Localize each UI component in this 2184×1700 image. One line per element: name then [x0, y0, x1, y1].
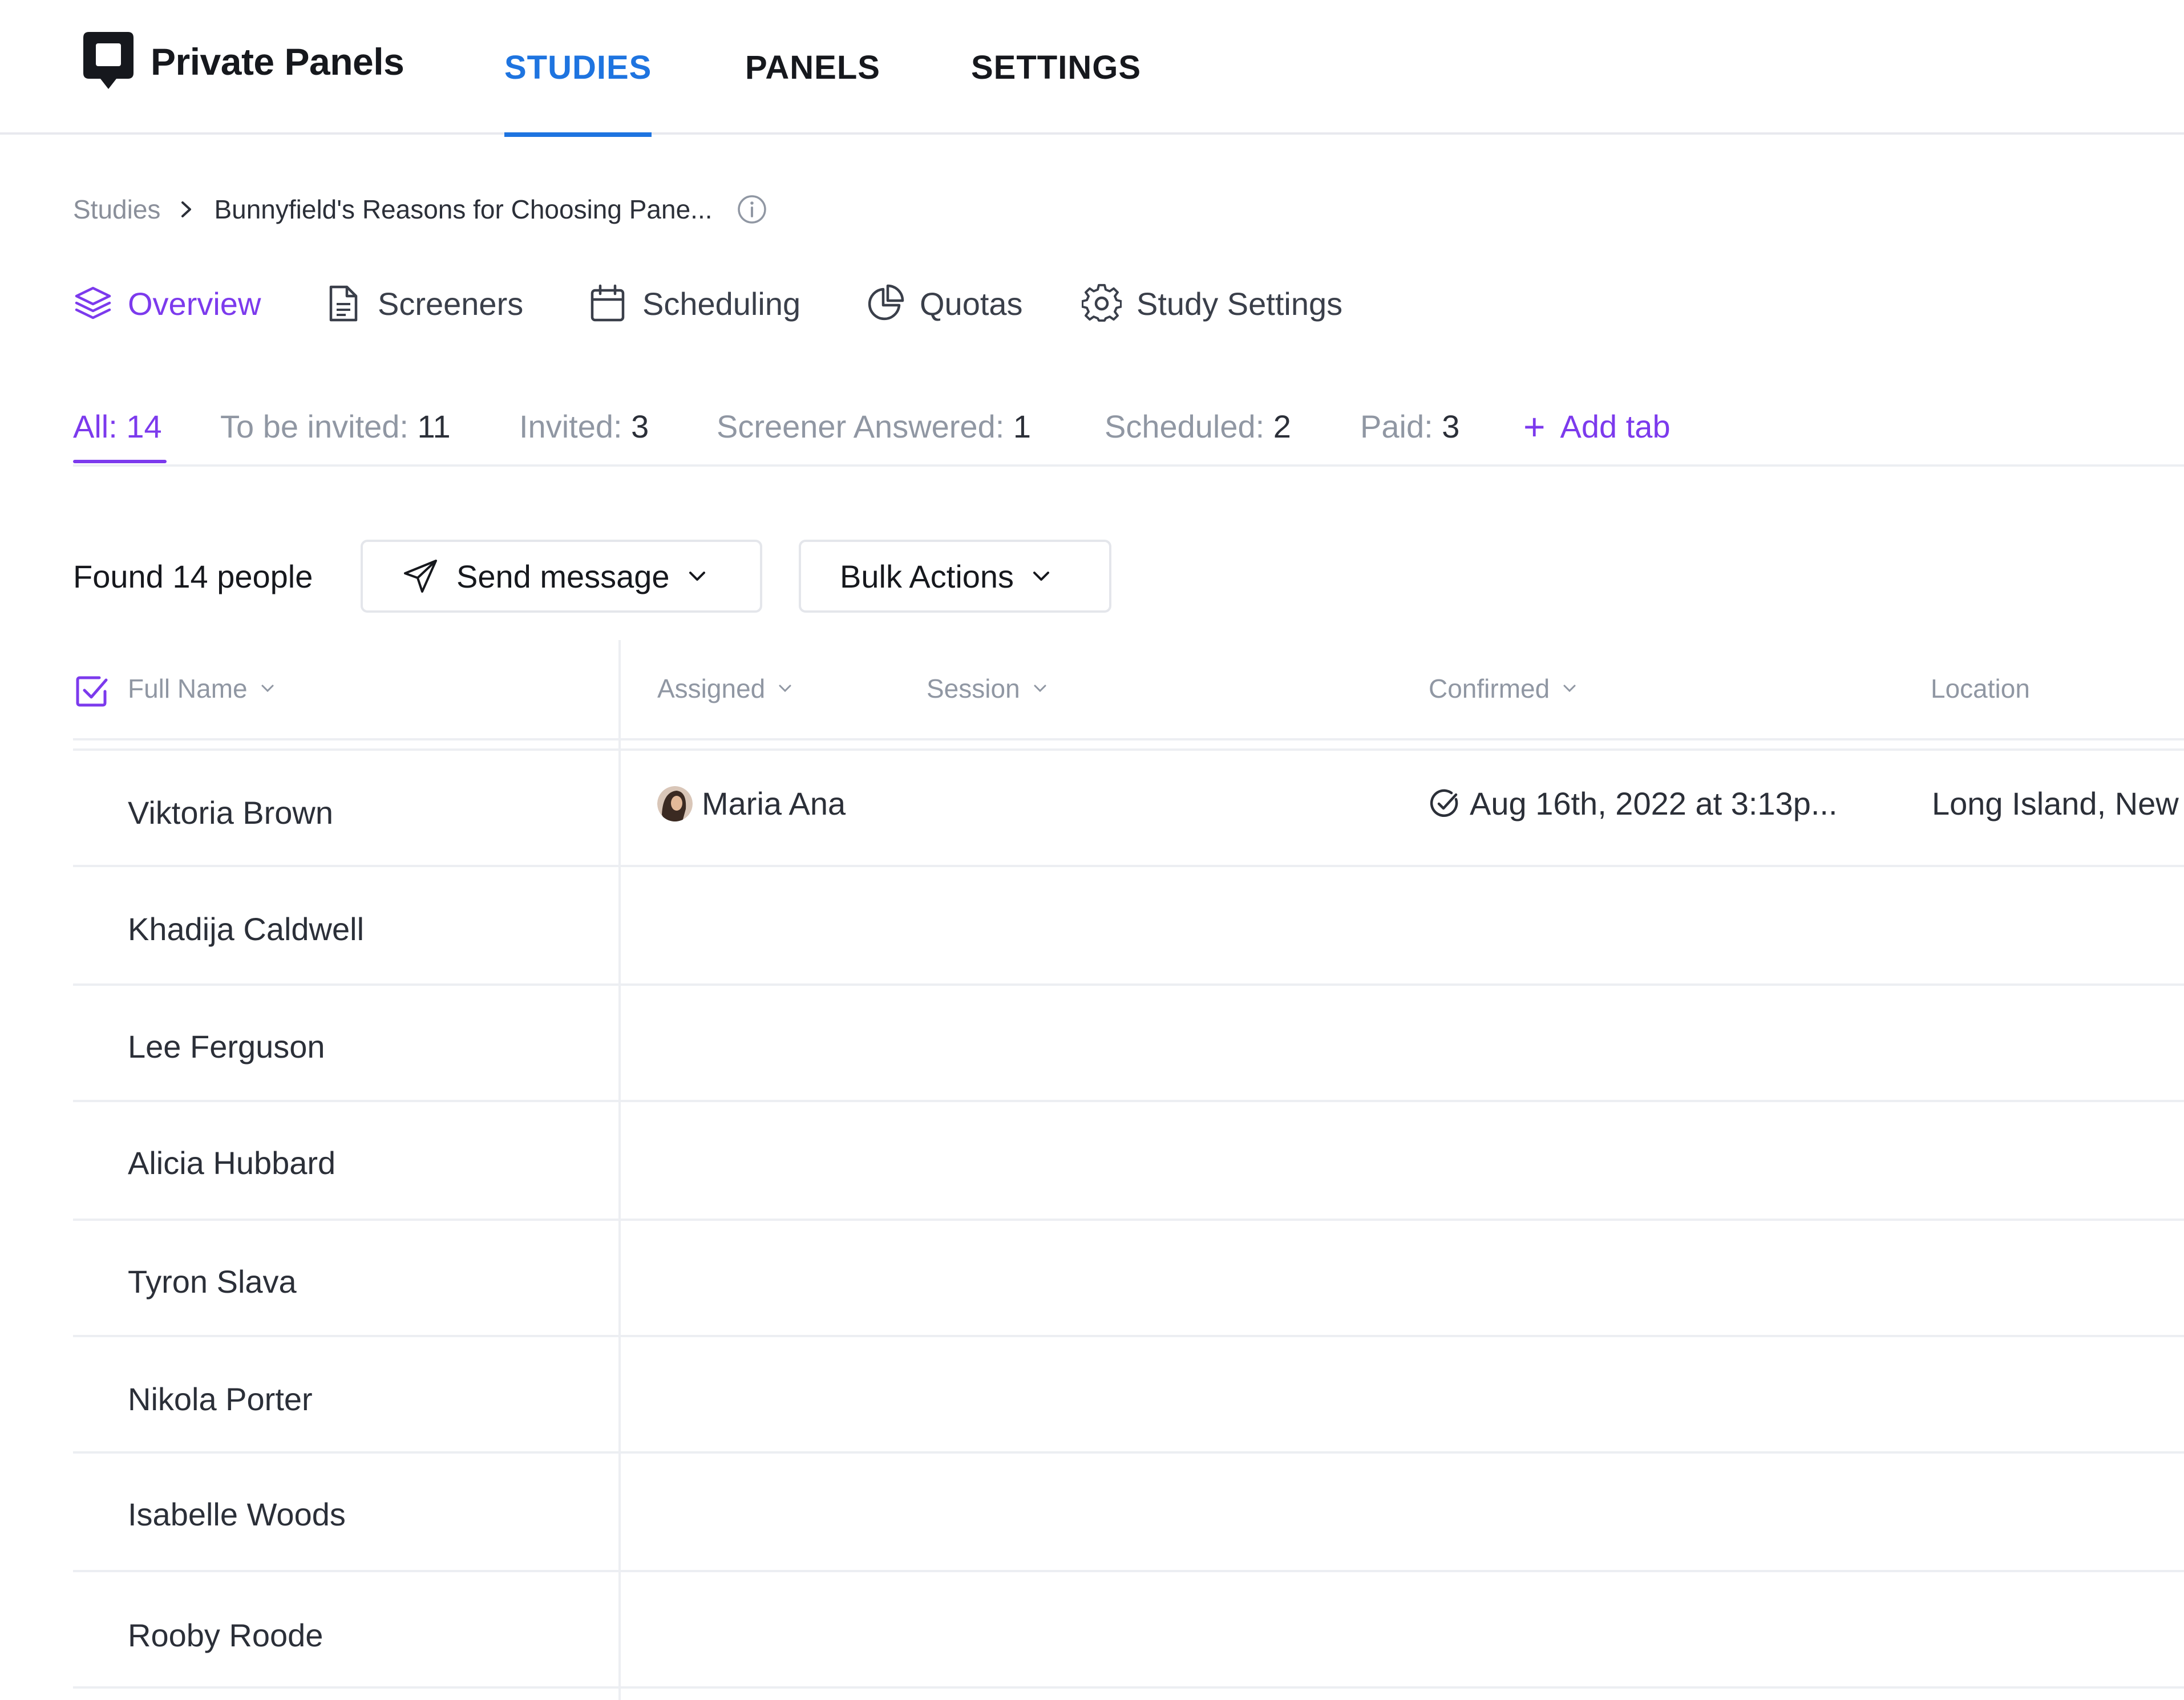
filter-label: Screener Answered: — [717, 408, 1005, 444]
column-header-confirmed[interactable]: Confirmed — [1429, 673, 1578, 704]
filter-tab-to-be-invited[interactable]: To be invited: 11 — [220, 408, 451, 445]
table-row[interactable]: Lee Ferguson — [73, 986, 2184, 1102]
filter-divider — [73, 464, 2184, 467]
filter-count: 11 — [417, 408, 451, 444]
person-name[interactable]: Isabelle Woods — [128, 1496, 346, 1533]
active-filter-indicator — [73, 460, 167, 463]
filter-tab-scheduled[interactable]: Scheduled: 2 — [1105, 408, 1291, 445]
person-name[interactable]: Viktoria Brown — [128, 794, 333, 831]
calendar-icon — [591, 284, 625, 322]
add-tab-button[interactable]: + Add tab — [1523, 405, 1671, 448]
tab-study-settings-label: Study Settings — [1137, 285, 1343, 322]
person-name[interactable]: Khadija Caldwell — [128, 910, 364, 948]
layers-icon — [75, 286, 111, 319]
tab-quotas-label: Quotas — [920, 285, 1023, 322]
table-header-divider — [73, 738, 2184, 740]
filter-count: 3 — [1442, 408, 1460, 444]
avatar — [657, 786, 693, 821]
chevron-down-icon — [779, 685, 791, 693]
chevron-down-icon — [1034, 685, 1046, 693]
tab-scheduling-label: Scheduling — [642, 285, 801, 322]
chevron-down-icon — [1033, 572, 1050, 581]
breadcrumb-studies-link[interactable]: Studies — [73, 194, 160, 225]
logo-chat-icon — [83, 32, 134, 89]
person-name[interactable]: Alicia Hubbard — [128, 1144, 335, 1181]
tab-screeners[interactable]: Screeners — [323, 280, 523, 327]
send-icon — [404, 560, 437, 593]
confirmed-cell: Aug 16th, 2022 at 3:13p... — [1429, 785, 1838, 822]
tab-overview-label: Overview — [128, 285, 261, 322]
tab-overview[interactable]: Overview — [73, 280, 261, 327]
gear-icon — [1082, 284, 1122, 322]
app-logo[interactable]: Private Panels — [83, 32, 405, 91]
column-header-assigned[interactable]: Assigned — [657, 673, 794, 704]
chevron-down-icon — [261, 685, 274, 693]
filter-label: Scheduled: — [1105, 408, 1265, 444]
table-row[interactable]: Alicia Hubbard — [73, 1102, 2184, 1221]
breadcrumb: Studies Bunnyfield's Reasons for Choosin… — [73, 194, 767, 225]
tab-study-settings[interactable]: Study Settings — [1082, 280, 1342, 327]
assigned-cell[interactable]: Maria Ana — [657, 785, 846, 822]
send-message-button[interactable]: Send message — [361, 540, 762, 613]
column-label: Location — [1931, 674, 2030, 703]
tab-quotas[interactable]: Quotas — [865, 280, 1023, 327]
column-header-full-name[interactable]: Full Name — [128, 673, 276, 704]
check-circle-icon — [1430, 789, 1458, 817]
table-row[interactable]: Viktoria Brown — [73, 751, 2184, 867]
filter-tab-screener-answered[interactable]: Screener Answered: 1 — [717, 408, 1031, 445]
confirmed-date: Aug 16th, 2022 at 3:13p... — [1470, 786, 1838, 821]
filter-count: 14 — [126, 408, 162, 444]
tab-scheduling[interactable]: Scheduling — [588, 280, 800, 327]
column-label: Session — [927, 674, 1020, 703]
chevron-down-icon — [689, 572, 705, 581]
bulk-actions-label: Bulk Actions — [840, 558, 1014, 594]
filter-label: Invited: — [519, 408, 622, 444]
breadcrumb-current-study: Bunnyfield's Reasons for Choosing Pane..… — [214, 195, 713, 224]
filter-tab-paid[interactable]: Paid: 3 — [1360, 408, 1459, 445]
filter-label: Paid: — [1360, 408, 1433, 444]
bulk-actions-button[interactable]: Bulk Actions — [799, 540, 1111, 613]
person-name[interactable]: Rooby Roode — [128, 1617, 323, 1654]
chevron-down-icon — [1563, 685, 1576, 693]
nav-settings[interactable]: SETTINGS — [971, 0, 1141, 135]
column-label: Assigned — [657, 674, 766, 703]
column-label: Confirmed — [1429, 674, 1550, 703]
results-count: Found 14 people — [73, 558, 313, 594]
select-all-checkbox[interactable] — [73, 673, 110, 710]
table-row[interactable]: Khadija Caldwell — [73, 867, 2184, 986]
avatar-image — [657, 786, 693, 821]
table-row[interactable]: Tyron Slava — [73, 1221, 2184, 1337]
filter-tab-all[interactable]: All: 14 — [73, 408, 162, 445]
filter-count: 1 — [1013, 408, 1031, 444]
column-label: Full Name — [128, 674, 248, 703]
filter-count: 3 — [631, 408, 649, 444]
filter-label: All: — [73, 408, 118, 444]
send-message-label: Send message — [456, 558, 670, 594]
plus-icon: + — [1523, 405, 1546, 448]
person-name[interactable]: Tyron Slava — [128, 1263, 297, 1300]
assigned-name: Maria Ana — [702, 786, 846, 821]
location-text: Long Island, New — [1932, 786, 2179, 821]
column-header-session[interactable]: Session — [927, 673, 1049, 704]
nav-panels[interactable]: PANELS — [745, 0, 880, 135]
top-navigation-bar: Private Panels STUDIES PANELS SETTINGS — [0, 0, 2184, 137]
table-row[interactable]: Rooby Roode — [73, 1572, 2184, 1689]
add-tab-label: Add tab — [1560, 408, 1671, 444]
table-row[interactable]: Isabelle Woods — [73, 1454, 2184, 1572]
pie-chart-icon — [868, 284, 904, 321]
chevron-right-icon — [181, 201, 192, 217]
nav-studies[interactable]: STUDIES — [504, 0, 652, 137]
person-name[interactable]: Nikola Porter — [128, 1381, 313, 1418]
table-row[interactable]: Nikola Porter — [73, 1337, 2184, 1454]
info-icon[interactable] — [737, 194, 767, 225]
tab-screeners-label: Screeners — [378, 285, 524, 322]
filter-count: 2 — [1273, 408, 1291, 444]
column-header-location[interactable]: Location — [1931, 673, 2030, 704]
location-cell: Long Island, New — [1932, 785, 2179, 822]
person-name[interactable]: Lee Ferguson — [128, 1028, 325, 1065]
document-icon — [329, 285, 358, 322]
filter-tab-invited[interactable]: Invited: 3 — [519, 408, 649, 445]
app-name: Private Panels — [151, 41, 405, 83]
filter-label: To be invited: — [220, 408, 409, 444]
